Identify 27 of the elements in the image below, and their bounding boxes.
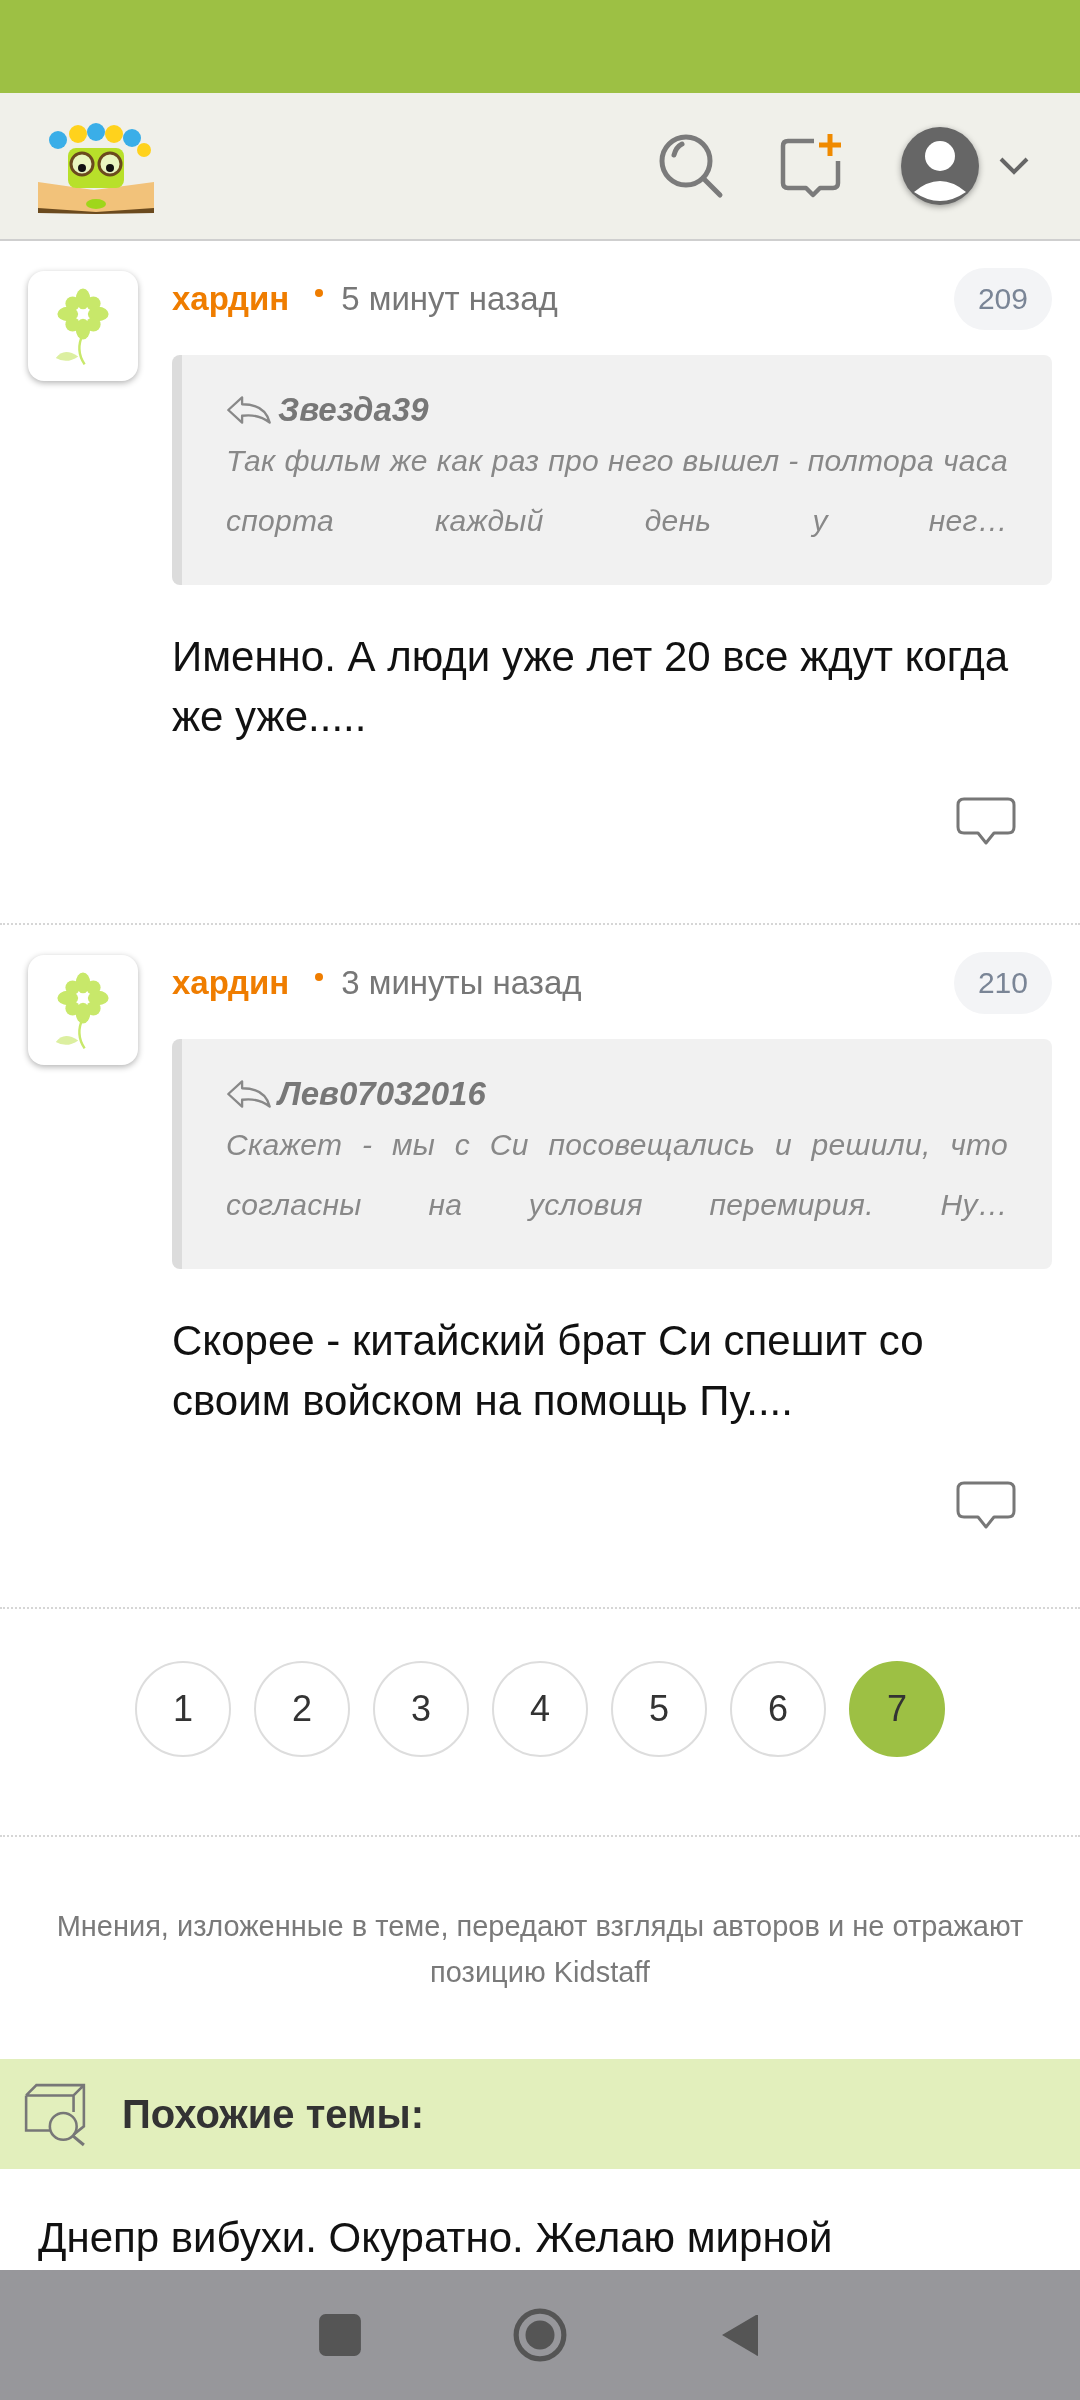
box-search-icon [22,2081,88,2147]
comment-text: Именно. А люди уже лет 20 все ждут когда же уже..... [172,632,1010,742]
page-button[interactable]: 3 [373,1661,469,1757]
disclaimer-text: Мнения, изложенные в теме, передают взгляды авторов и не отражают позицию Kidstaff [55,1909,1025,1990]
reply-arrow-icon [226,1079,272,1109]
page-button[interactable]: 1 [135,1661,231,1757]
page-button[interactable]: 7 [849,1661,945,1757]
profile-avatar-icon[interactable] [900,126,980,206]
separator-dot [315,289,324,297]
separator-dot [315,973,324,981]
home-icon[interactable] [512,2307,568,2363]
post-time: 3 минуты назад [341,964,582,1002]
quote-text: Скажет - мы с Си посовещались и решили, что согласны на условия перемирия. Ну… [226,1127,1008,1223]
reply-arrow-icon [226,395,272,425]
chevron-down-icon[interactable] [998,156,1030,176]
page-button[interactable]: 5 [611,1661,707,1757]
recents-icon[interactable] [318,2313,362,2357]
quote-author[interactable]: Лев07032016 [278,1075,486,1113]
page-button[interactable]: 2 [254,1661,350,1757]
page-button[interactable]: 6 [730,1661,826,1757]
comment-text: Скорее - китайский брат Си спешит со своим войском на помощь Пу.... [172,1316,925,1426]
page-button[interactable]: 4 [492,1661,588,1757]
post-time: 5 минут назад [341,280,558,318]
quote-author[interactable]: Звезда39 [278,391,429,429]
section-title: Похожие темы: [122,2091,425,2137]
quote-text: Так фильм же как раз про него вышел - полтора часа спорта каждый день у нег… [226,443,1008,539]
topic-link[interactable]: Днепр вибухи. Окуратно. Желаю мирной [38,2214,1042,2262]
